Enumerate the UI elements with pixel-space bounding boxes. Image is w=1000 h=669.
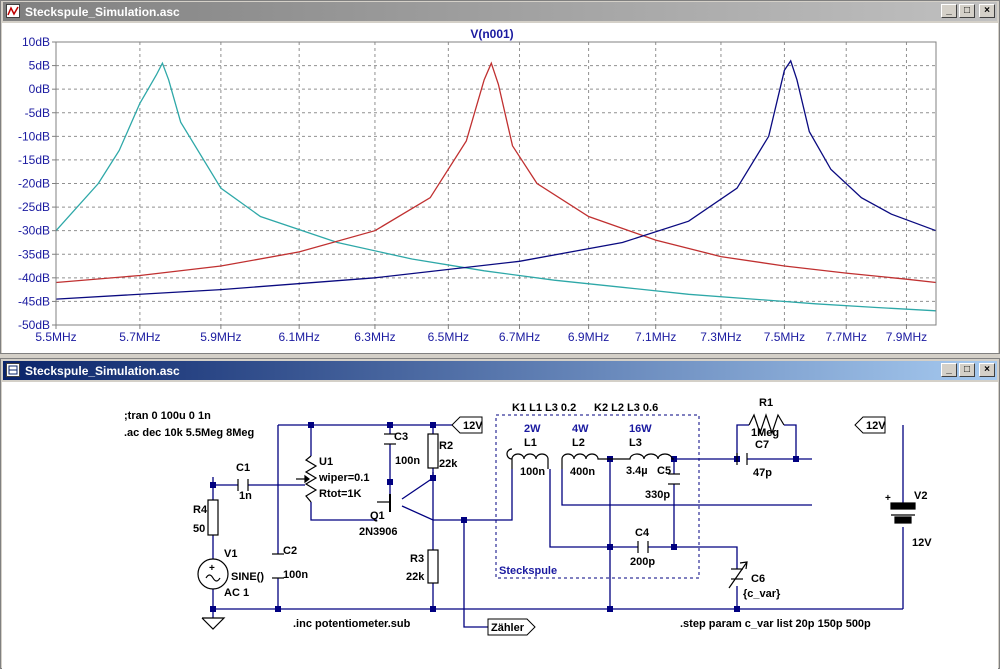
l1-name: L1 — [524, 437, 537, 449]
c6-name: C6 — [751, 573, 765, 585]
x-tick-label: 6.7MHz — [499, 330, 540, 344]
schematic-canvas[interactable]: 12V 12V Zähler ;tran 0 100u 0 1n .ac dec… — [2, 382, 998, 669]
steckspule-label: Steckspule — [499, 565, 557, 577]
y-tick-label: -20dB — [18, 177, 50, 191]
v1-name: V1 — [224, 548, 237, 560]
x-tick-label: 5.5MHz — [35, 330, 76, 344]
y-tick-label: -40dB — [18, 271, 50, 285]
v2-value: 12V — [912, 537, 932, 549]
l1-winding: 2W — [524, 423, 541, 435]
minimize-button[interactable]: _ — [941, 363, 957, 377]
y-tick-label: 10dB — [22, 35, 50, 49]
y-tick-label: -35dB — [18, 247, 50, 261]
chart-title: V(n001) — [470, 27, 513, 41]
l2-name: L2 — [572, 437, 585, 449]
l2-value: 400n — [570, 466, 595, 478]
net-label-counter[interactable]: Zähler — [487, 618, 536, 636]
y-tick-label: 5dB — [29, 59, 50, 73]
c7-value: 47p — [753, 467, 772, 479]
restore-button[interactable]: □ — [959, 4, 975, 18]
c7-name: C7 — [755, 439, 769, 451]
r4-value: 50 — [193, 523, 205, 535]
x-tick-label: 5.7MHz — [119, 330, 160, 344]
y-tick-label: -15dB — [18, 153, 50, 167]
y-tick-label: -30dB — [18, 224, 50, 238]
schematic-window: Steckspule_Simulation.asc _ □ × 12V 12V … — [0, 358, 1000, 669]
q1-name: Q1 — [370, 510, 385, 522]
y-tick-label: -10dB — [18, 129, 50, 143]
c6-value: {c_var} — [743, 588, 781, 600]
r3-value: 22k — [406, 571, 425, 583]
y-tick-label: 0dB — [29, 82, 50, 96]
svg-text:12V: 12V — [463, 420, 483, 432]
q1-value: 2N3906 — [359, 526, 398, 538]
u1-param1: wiper=0.1 — [318, 472, 369, 484]
u1-param2: Rtot=1K — [319, 488, 362, 500]
v1-value: SINE() — [231, 571, 264, 583]
c2-name: C2 — [283, 545, 297, 557]
tran-directive[interactable]: ;tran 0 100u 0 1n — [124, 410, 211, 422]
r3-name: R3 — [410, 553, 424, 565]
l1-value: 100n — [520, 466, 545, 478]
y-tick-label: -45dB — [18, 294, 50, 308]
c2-value: 100n — [283, 569, 308, 581]
x-tick-label: 6.3MHz — [354, 330, 395, 344]
k2-directive[interactable]: K2 L2 L3 0.6 — [594, 402, 658, 414]
y-tick-label: -25dB — [18, 200, 50, 214]
schematic-titlebar[interactable]: Steckspule_Simulation.asc _ □ × — [3, 361, 997, 380]
schematic-app-icon[interactable] — [6, 363, 20, 377]
c1-name: C1 — [236, 462, 250, 474]
minimize-button[interactable]: _ — [941, 4, 957, 18]
r1-name: R1 — [759, 397, 773, 409]
v1-ac: AC 1 — [224, 587, 249, 599]
plus-sign: + — [885, 493, 891, 504]
r2-value: 22k — [439, 458, 458, 470]
bode-plot[interactable]: V(n001) 10dB 5dB 0dB -5dB -10dB -15dB -20dB -25… — [2, 23, 998, 353]
x-tick-label: 7.1MHz — [635, 330, 676, 344]
c3-name: C3 — [394, 431, 408, 443]
c4-name: C4 — [635, 527, 650, 539]
step-directive[interactable]: .step param c_var list 20p 150p 500p — [680, 618, 871, 630]
schematic-window-title: Steckspule_Simulation.asc — [25, 363, 180, 378]
c4-value: 200p — [630, 556, 655, 568]
plot-window: Steckspule_Simulation.asc _ □ × V(n001) … — [0, 0, 1000, 354]
x-tick-label: 7.5MHz — [764, 330, 805, 344]
l2-winding: 4W — [572, 423, 589, 435]
r2-name: R2 — [439, 440, 453, 452]
inc-directive[interactable]: .inc potentiometer.sub — [293, 618, 411, 630]
u1-name: U1 — [319, 456, 333, 468]
v2-name: V2 — [914, 490, 927, 502]
plot-window-title: Steckspule_Simulation.asc — [25, 4, 180, 19]
r1-value: 1Meg — [751, 427, 779, 439]
c5-value: 330p — [645, 489, 670, 501]
k1-directive[interactable]: K1 L1 L3 0.2 — [512, 402, 576, 414]
ac-directive[interactable]: .ac dec 10k 5.5Meg 8Meg — [124, 427, 254, 439]
x-tick-label: 7.3MHz — [700, 330, 741, 344]
c3-value: 100n — [395, 455, 420, 467]
c1-value: 1n — [239, 490, 252, 502]
plot-background — [2, 23, 998, 353]
svg-text:12V: 12V — [866, 420, 886, 432]
close-button[interactable]: × — [979, 4, 995, 18]
restore-button[interactable]: □ — [959, 363, 975, 377]
l3-winding: 16W — [629, 423, 652, 435]
l3-name: L3 — [629, 437, 642, 449]
x-tick-label: 6.5MHz — [428, 330, 469, 344]
plus-sign: + — [209, 563, 215, 574]
r4-name: R4 — [193, 504, 208, 516]
x-tick-label: 6.1MHz — [279, 330, 320, 344]
l3-value: 3.4µ — [626, 465, 648, 477]
y-tick-label: -5dB — [25, 106, 50, 120]
close-button[interactable]: × — [979, 363, 995, 377]
x-tick-label: 6.9MHz — [568, 330, 609, 344]
svg-text:Zähler: Zähler — [491, 622, 525, 634]
x-tick-label: 7.9MHz — [886, 330, 927, 344]
x-tick-label: 5.9MHz — [200, 330, 241, 344]
v2-battery[interactable] — [890, 502, 916, 510]
waveform-app-icon[interactable] — [6, 4, 20, 18]
x-tick-label: 7.7MHz — [826, 330, 867, 344]
plot-titlebar[interactable]: Steckspule_Simulation.asc _ □ × — [3, 2, 997, 21]
c5-name: C5 — [657, 465, 671, 477]
